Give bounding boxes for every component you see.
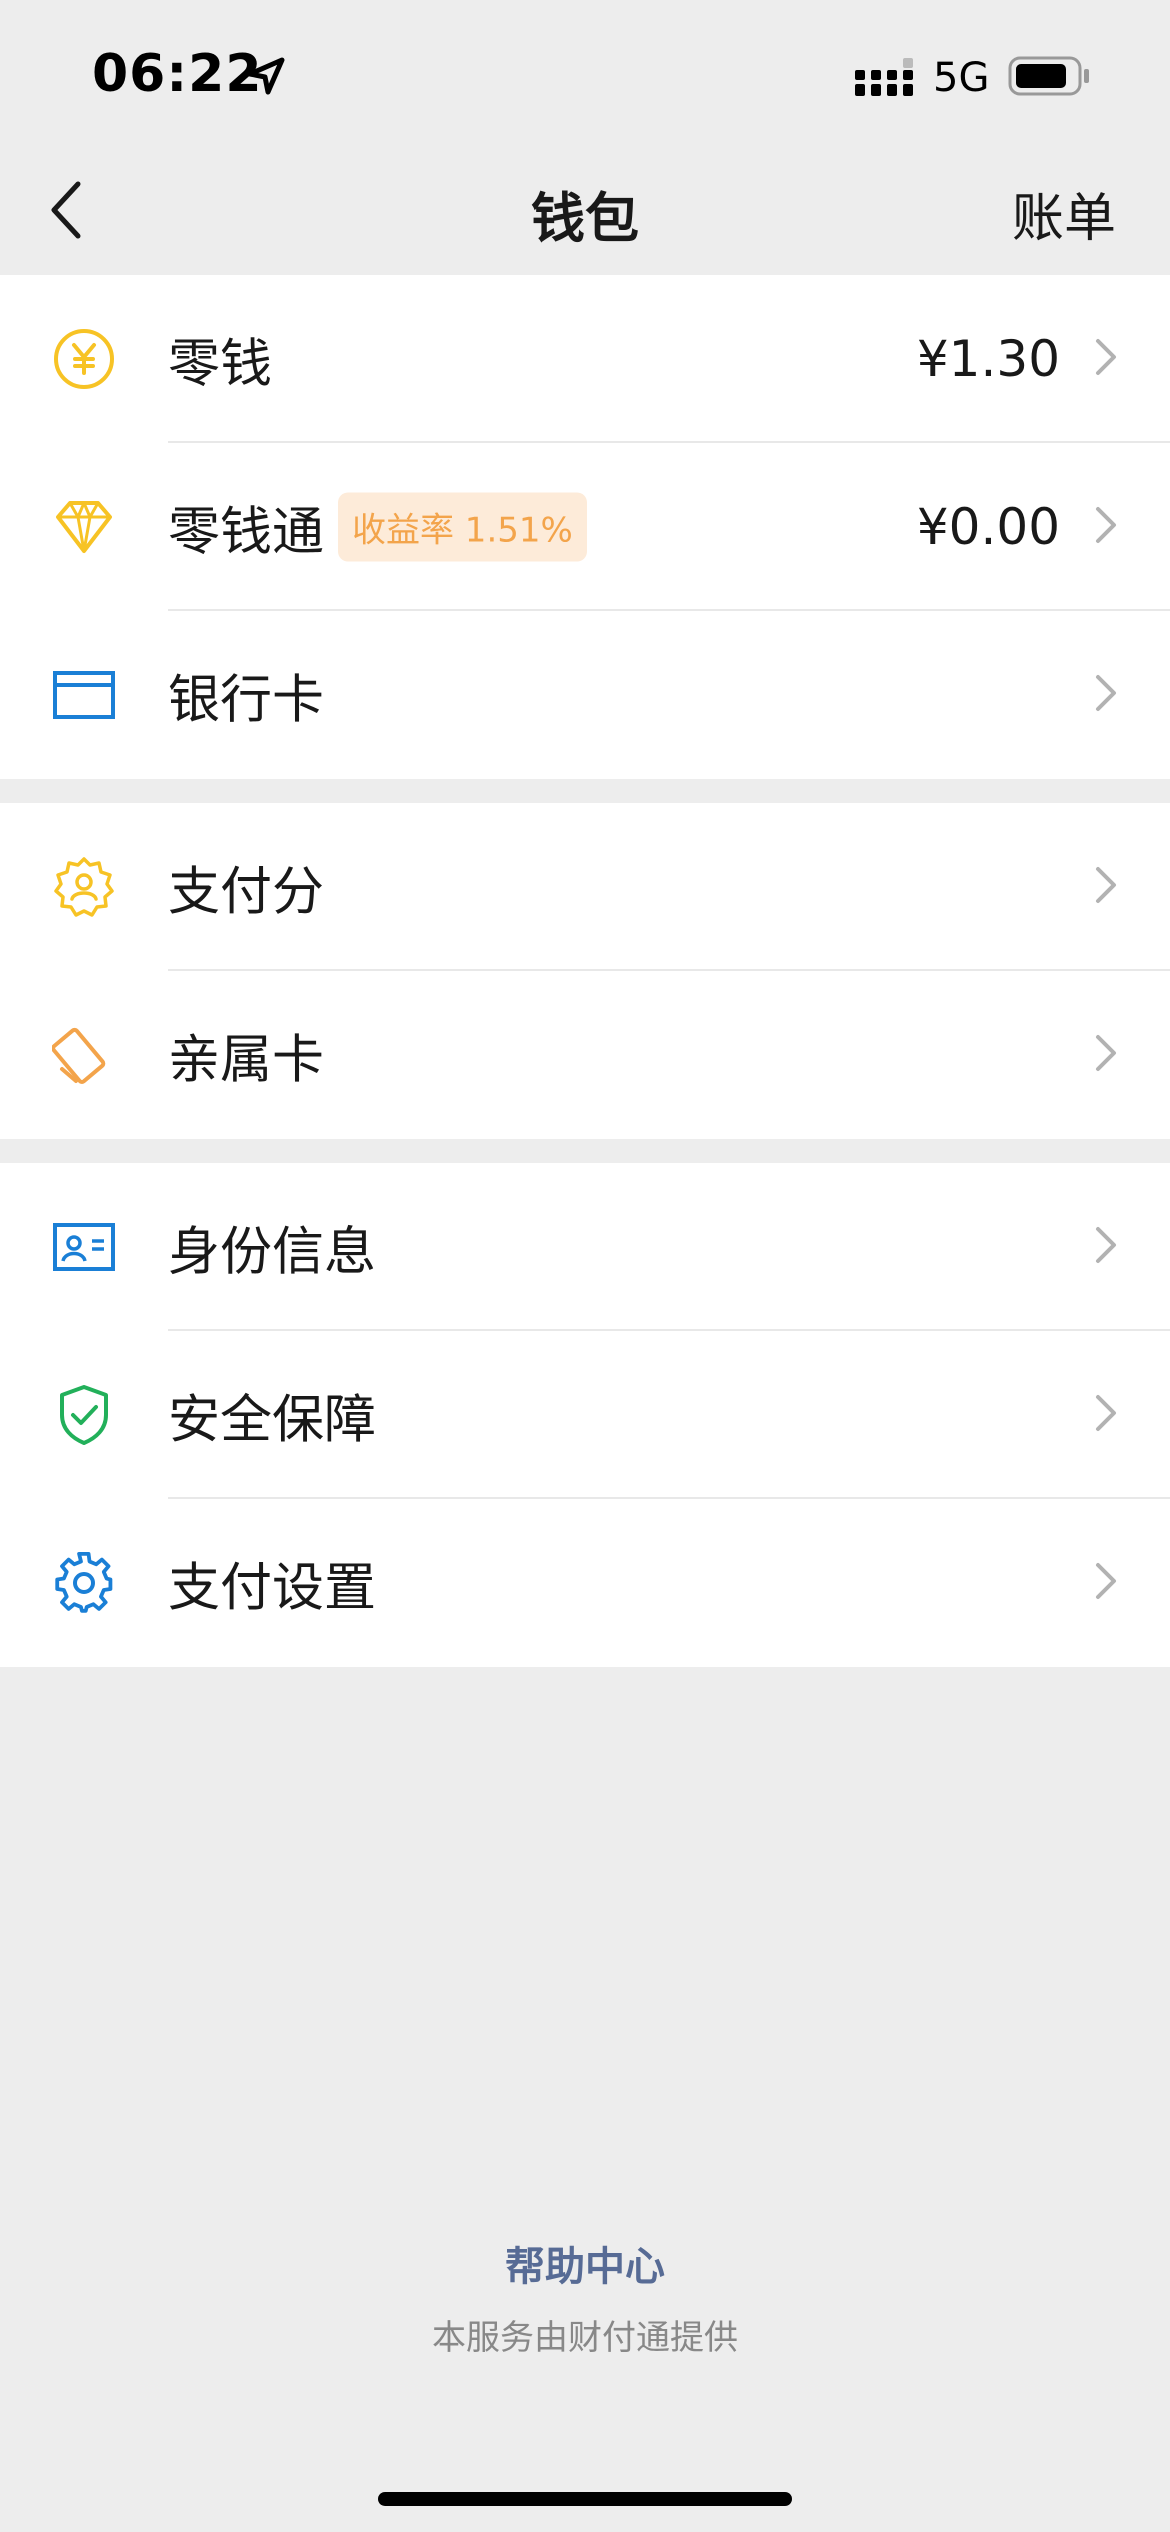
family-card-icon (51, 1023, 116, 1087)
list-item-pay-settings[interactable]: 支付设置 (0, 1499, 1170, 1667)
page-title: 钱包 (531, 187, 639, 250)
item-label: 支付设置 (168, 1558, 377, 1619)
wallet-group-balance: 零钱 ¥1.30 零钱通 收益率 1.51% ¥0.00 银行卡 (0, 275, 1170, 779)
bill-button[interactable]: 账单 (1012, 176, 1116, 251)
wallet-group-settings: 身份信息 安全保障 支付设置 (0, 1163, 1170, 1667)
id-card-icon (52, 1215, 116, 1279)
cellular-signal-icon (855, 58, 917, 102)
yield-rate-badge: 收益率 1.51% (338, 492, 587, 562)
item-label: 亲属卡 (168, 1030, 325, 1091)
chevron-right-icon (1094, 1225, 1118, 1269)
bank-card-icon (52, 663, 116, 727)
chevron-right-icon (1094, 505, 1118, 549)
status-time: 06:22 (92, 44, 263, 104)
yuan-coin-icon (52, 327, 116, 391)
chevron-right-icon (1094, 337, 1118, 381)
pay-score-badge-icon (52, 855, 116, 919)
help-center-link[interactable]: 帮助中心 (0, 2234, 1170, 2292)
chevron-right-icon (1094, 865, 1118, 909)
list-item-pay-score[interactable]: 支付分 (0, 803, 1170, 971)
nav-bar: 钱包 账单 (0, 150, 1170, 275)
status-bar: 06:22 5G (0, 0, 1170, 150)
diamond-icon (52, 495, 116, 559)
item-label: 零钱 (168, 334, 273, 395)
provider-note: 本服务由财付通提供 (432, 2318, 738, 2358)
list-item-identity[interactable]: 身份信息 (0, 1163, 1170, 1331)
location-arrow-icon (246, 56, 286, 100)
list-item-change[interactable]: 零钱 ¥1.30 (0, 275, 1170, 443)
item-label: 身份信息 (168, 1222, 377, 1283)
wallet-group-services: 支付分 亲属卡 (0, 803, 1170, 1139)
item-label: 支付分 (168, 862, 325, 923)
home-indicator[interactable] (378, 2492, 792, 2506)
chevron-right-icon (1094, 1561, 1118, 1605)
chevron-right-icon (1094, 1033, 1118, 1077)
item-label: 安全保障 (168, 1390, 377, 1451)
item-value: ¥0.00 (916, 498, 1060, 556)
list-item-security[interactable]: 安全保障 (0, 1331, 1170, 1499)
item-label: 银行卡 (168, 670, 325, 731)
gear-icon (52, 1551, 116, 1615)
network-type: 5G (933, 55, 990, 101)
chevron-right-icon (1094, 673, 1118, 717)
list-item-bank-card[interactable]: 银行卡 (0, 611, 1170, 779)
list-item-family-card[interactable]: 亲属卡 (0, 971, 1170, 1139)
item-value: ¥1.30 (916, 330, 1060, 388)
list-item-change-plus[interactable]: 零钱通 收益率 1.51% ¥0.00 (0, 443, 1170, 611)
item-label: 零钱通 (168, 502, 325, 563)
battery-icon (1008, 56, 1092, 100)
shield-check-icon (52, 1383, 116, 1447)
chevron-right-icon (1094, 1393, 1118, 1437)
